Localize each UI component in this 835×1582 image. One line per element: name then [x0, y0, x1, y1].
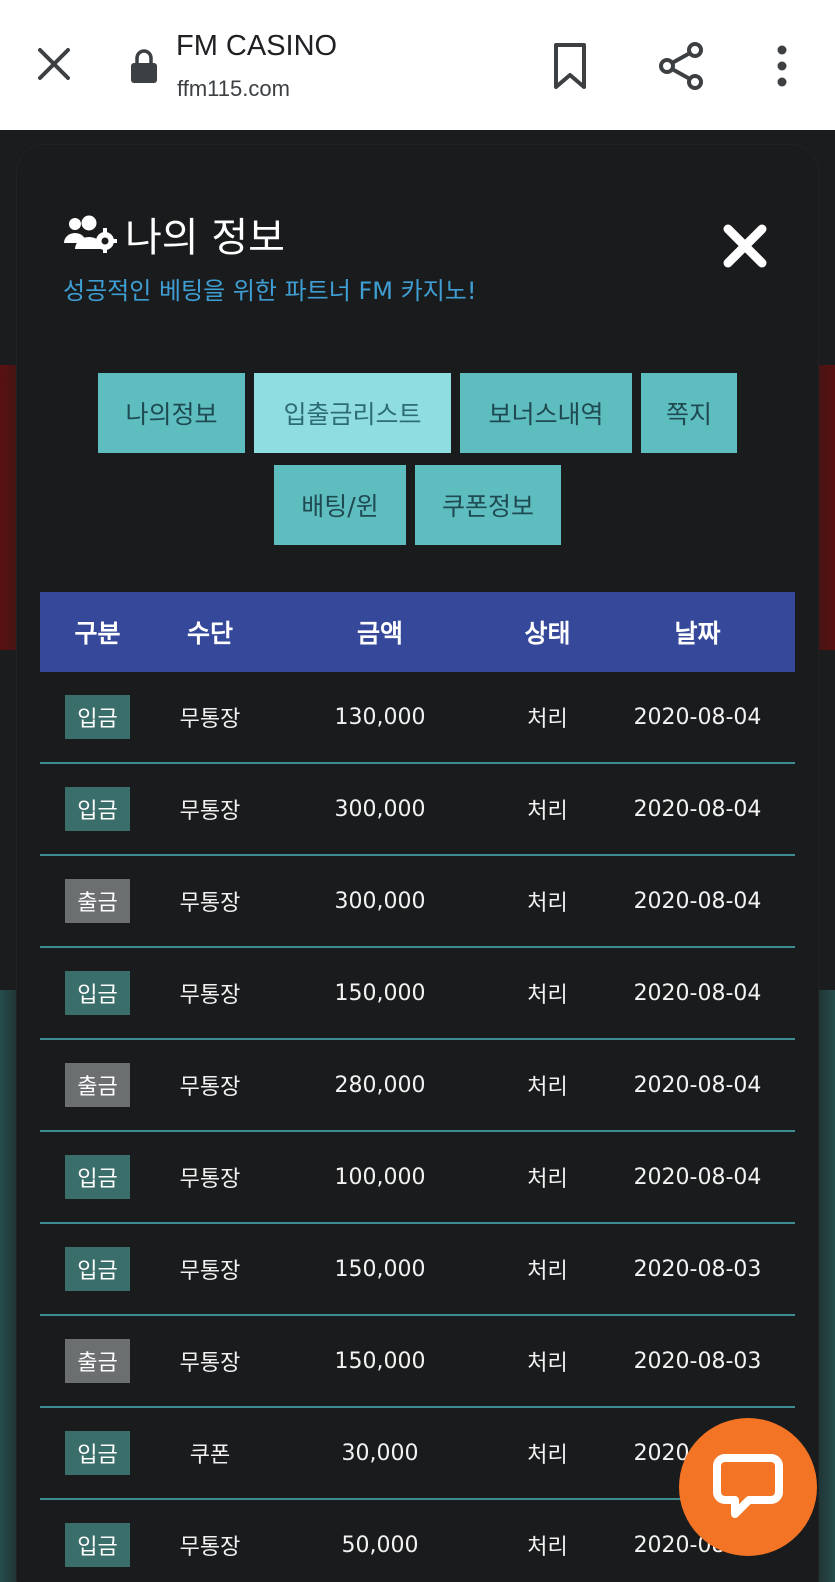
- bookmark-icon[interactable]: [552, 42, 588, 90]
- table-row: 입금 무통장 130,000 처리 2020-08-04: [40, 672, 795, 764]
- cell-type: 출금: [40, 1063, 155, 1107]
- tab-bar: 나의정보 입출금리스트 보너스내역 쪽지 배팅/윈 쿠폰정보: [17, 373, 818, 545]
- transactions-table: 구분 수단 금액 상태 날짜 입금 무통장 130,000 처리 2020-08-04 입…: [40, 592, 795, 1582]
- cell-amount: 150,000: [334, 980, 426, 1006]
- cell-status: 처리: [527, 1259, 568, 1284]
- column-header-type: 구분: [74, 619, 121, 648]
- cell-amount: 280,000: [334, 1072, 426, 1098]
- cell-status: 처리: [527, 983, 568, 1008]
- cell-amount: 150,000: [334, 1256, 426, 1282]
- page-url[interactable]: ffm115.com: [177, 76, 290, 102]
- tab-transactions[interactable]: 입출금리스트: [254, 373, 451, 453]
- cell-date: 2020-08-04: [633, 888, 762, 914]
- chat-button[interactable]: [679, 1418, 817, 1556]
- my-info-modal: 나의 정보 성공적인 베팅을 위한 파트너 FM 카지노! 나의정보 입출금리스…: [17, 145, 818, 1582]
- close-icon[interactable]: [722, 223, 768, 269]
- column-header-method: 수단: [186, 619, 233, 648]
- type-badge: 입금: [65, 695, 130, 739]
- cell-method: 무통장: [179, 1167, 241, 1192]
- column-header-status: 상태: [524, 619, 571, 648]
- table-row: 입금 무통장 100,000 처리 2020-08-04: [40, 1132, 795, 1224]
- cell-status: 처리: [527, 891, 568, 916]
- cell-status: 처리: [527, 799, 568, 824]
- table-row: 입금 무통장 300,000 처리 2020-08-04: [40, 764, 795, 856]
- cell-type: 출금: [40, 879, 155, 923]
- cell-method: 무통장: [179, 799, 241, 824]
- cell-status: 처리: [527, 1075, 568, 1100]
- cell-type: 출금: [40, 1339, 155, 1383]
- type-badge: 입금: [65, 1155, 130, 1199]
- type-badge: 입금: [65, 1247, 130, 1291]
- cell-status: 처리: [527, 1535, 568, 1560]
- cell-status: 처리: [527, 1167, 568, 1192]
- cell-date: 2020-08-04: [633, 1072, 762, 1098]
- cell-amount: 300,000: [334, 888, 426, 914]
- cell-method: 무통장: [179, 891, 241, 916]
- cell-amount: 150,000: [334, 1348, 426, 1374]
- modal-header: 나의 정보: [63, 205, 285, 263]
- share-icon[interactable]: [658, 42, 704, 90]
- tab-coupon[interactable]: 쿠폰정보: [415, 465, 561, 545]
- lock-icon: [131, 49, 157, 83]
- cell-date: 2020-08-04: [633, 1164, 762, 1190]
- chat-bubble-icon: [713, 1454, 783, 1518]
- table-row: 출금 무통장 300,000 처리 2020-08-04: [40, 856, 795, 948]
- cell-date: 2020-08-03: [633, 1256, 762, 1282]
- column-header-amount: 금액: [356, 619, 403, 648]
- cell-type: 입금: [40, 971, 155, 1015]
- cell-method: 무통장: [179, 1259, 241, 1284]
- modal-subtitle: 성공적인 베팅을 위한 파트너 FM 카지노!: [63, 277, 477, 305]
- type-badge: 입금: [65, 1431, 130, 1475]
- type-badge: 출금: [65, 1063, 130, 1107]
- tab-my-info[interactable]: 나의정보: [98, 373, 245, 453]
- cell-status: 처리: [527, 1351, 568, 1376]
- more-vert-icon[interactable]: [770, 44, 794, 88]
- table-row: 입금 무통장 150,000 처리 2020-08-03: [40, 1224, 795, 1316]
- table-row: 입금 무통장 50,000 처리 2020-08-03: [40, 1500, 795, 1582]
- type-badge: 출금: [65, 1339, 130, 1383]
- cell-date: 2020-08-04: [633, 980, 762, 1006]
- cell-amount: 300,000: [334, 796, 426, 822]
- browser-toolbar: FM CASINO ffm115.com: [0, 0, 835, 130]
- cell-method: 무통장: [179, 1075, 241, 1100]
- table-row: 출금 무통장 280,000 처리 2020-08-04: [40, 1040, 795, 1132]
- cell-amount: 50,000: [341, 1532, 419, 1558]
- cell-type: 입금: [40, 787, 155, 831]
- cell-type: 입금: [40, 1155, 155, 1199]
- table-row: 출금 무통장 150,000 처리 2020-08-03: [40, 1316, 795, 1408]
- type-badge: 출금: [65, 879, 130, 923]
- type-badge: 입금: [65, 1523, 130, 1567]
- cell-amount: 130,000: [334, 704, 426, 730]
- cell-method: 무통장: [179, 707, 241, 732]
- modal-title: 나의 정보: [125, 215, 285, 261]
- users-gear-icon: [64, 215, 117, 253]
- cell-amount: 30,000: [341, 1440, 419, 1466]
- column-header-date: 날짜: [674, 619, 721, 648]
- cell-status: 처리: [527, 707, 568, 732]
- cell-type: 입금: [40, 1523, 155, 1567]
- close-icon[interactable]: [34, 44, 74, 84]
- cell-date: 2020-08-04: [633, 704, 762, 730]
- cell-type: 입금: [40, 695, 155, 739]
- cell-method: 무통장: [179, 1535, 241, 1560]
- cell-type: 입금: [40, 1431, 155, 1475]
- cell-status: 처리: [527, 1443, 568, 1468]
- page-title: FM CASINO: [176, 30, 338, 62]
- tab-messages[interactable]: 쪽지: [641, 373, 737, 453]
- table-body: 입금 무통장 130,000 처리 2020-08-04 입금 무통장 300,000 처리 20…: [40, 672, 795, 1582]
- table-header: 구분 수단 금액 상태 날짜: [40, 592, 795, 672]
- cell-method: 쿠폰: [189, 1443, 231, 1468]
- cell-date: 2020-08-03: [633, 1348, 762, 1374]
- cell-amount: 100,000: [334, 1164, 426, 1190]
- cell-date: 2020-08-04: [633, 796, 762, 822]
- table-row: 입금 무통장 150,000 처리 2020-08-04: [40, 948, 795, 1040]
- type-badge: 입금: [65, 971, 130, 1015]
- cell-type: 입금: [40, 1247, 155, 1291]
- type-badge: 입금: [65, 787, 130, 831]
- tab-bonus[interactable]: 보너스내역: [460, 373, 632, 453]
- tab-betting-win[interactable]: 배팅/윈: [274, 465, 406, 545]
- cell-method: 무통장: [179, 1351, 241, 1376]
- cell-method: 무통장: [179, 983, 241, 1008]
